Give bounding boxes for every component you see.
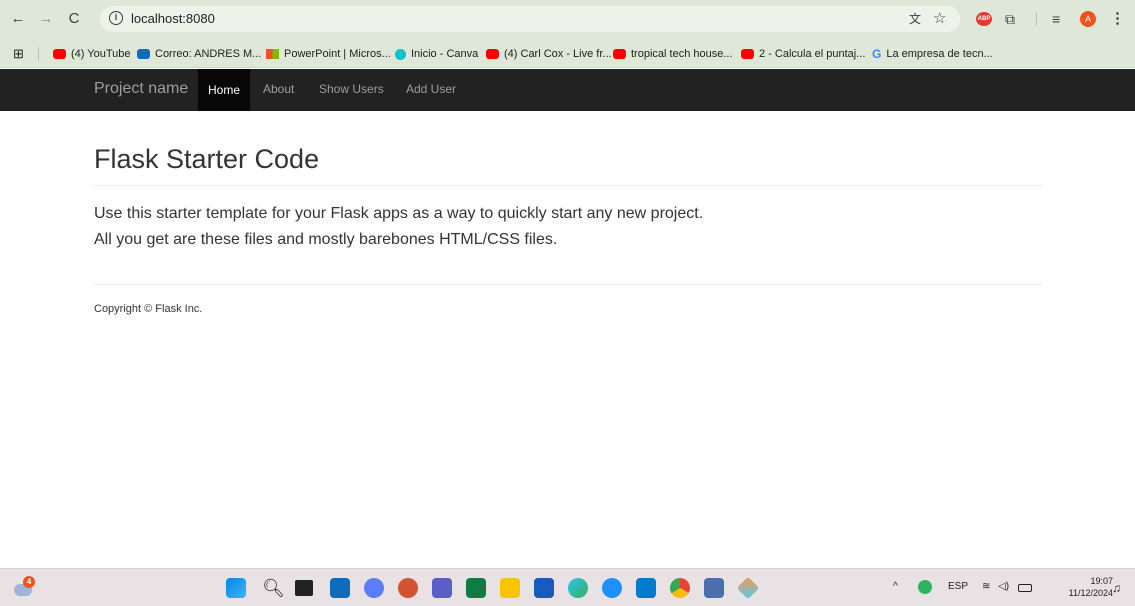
- reading-list-icon[interactable]: ≡: [1052, 10, 1060, 28]
- nav-link-home[interactable]: Home: [198, 69, 251, 111]
- translate-icon[interactable]: 文: [909, 10, 921, 28]
- navbar-brand[interactable]: Project name: [94, 80, 188, 98]
- outlook-icon: [137, 49, 150, 59]
- adblock-extension-icon[interactable]: ABP: [976, 12, 992, 26]
- toolbar-divider: [1036, 12, 1037, 26]
- clock[interactable]: 19:07 11/12/2024: [1069, 575, 1113, 599]
- windows-start-icon[interactable]: [226, 578, 246, 598]
- volume-icon[interactable]: ◁): [998, 581, 1009, 592]
- bookmark-label: Correo: ANDRES M...: [155, 48, 262, 60]
- profile-avatar[interactable]: A: [1080, 11, 1096, 27]
- tray-app-icon[interactable]: [918, 580, 932, 594]
- google-icon: G: [872, 47, 882, 61]
- nav-link-about[interactable]: About: [263, 82, 294, 96]
- lead-text-line-2: All you get are these files and mostly b…: [94, 231, 558, 248]
- task-view-icon[interactable]: [295, 580, 313, 596]
- bookmark-canva[interactable]: Inicio - Canva: [395, 46, 478, 62]
- windows-taskbar: 4 🔍︎ ^ ESP ≋ ◁) 19:07 11/12/2024 ♫: [0, 568, 1135, 606]
- bookmark-label: tropical tech house...: [631, 48, 733, 60]
- back-arrow-icon[interactable]: ←: [8, 9, 28, 29]
- search-icon[interactable]: 🔍︎: [262, 578, 285, 598]
- microsoft-icon: [266, 49, 279, 59]
- bookmark-tropical[interactable]: tropical tech house...: [613, 46, 733, 62]
- menu-dots-icon[interactable]: ⋮: [1110, 10, 1125, 28]
- lead-text-line-1: Use this starter template for your Flask…: [94, 205, 704, 222]
- powerpoint-icon[interactable]: [398, 578, 418, 598]
- bookmark-correo[interactable]: Correo: ANDRES M...: [137, 46, 261, 62]
- bookmark-star-icon[interactable]: ☆: [933, 10, 946, 28]
- powershell-icon[interactable]: [704, 578, 724, 598]
- language-indicator[interactable]: ESP: [948, 581, 968, 592]
- nav-link-add-user[interactable]: Add User: [406, 82, 456, 96]
- youtube-icon: [613, 49, 626, 59]
- weather-badge: 4: [23, 576, 35, 588]
- gemini-app-icon[interactable]: [736, 576, 760, 600]
- bookmark-carl-cox[interactable]: (4) Carl Cox - Live fr...: [486, 46, 612, 62]
- bookmark-youtube[interactable]: (4) YouTube: [53, 46, 131, 62]
- bookmark-label: 2 - Calcula el puntaj...: [759, 48, 866, 60]
- notification-bell-icon[interactable]: ♫: [1112, 581, 1121, 595]
- clock-time: 19:07: [1090, 576, 1113, 586]
- apps-grid-icon[interactable]: ⊞: [13, 46, 24, 62]
- word-icon[interactable]: [534, 578, 554, 598]
- bookmark-label: La empresa de tecn...: [886, 48, 993, 60]
- bookmarks-bar: ⊞ (4) YouTube Correo: ANDRES M... PowerP…: [0, 40, 1135, 68]
- footer-copyright: Copyright © Flask Inc.: [94, 303, 203, 315]
- excel-icon[interactable]: [466, 578, 486, 598]
- header-divider: [94, 185, 1043, 186]
- store-icon[interactable]: [330, 578, 350, 598]
- messenger-icon[interactable]: [602, 578, 622, 598]
- bookmark-label: PowerPoint | Micros...: [284, 48, 391, 60]
- edge-icon[interactable]: [568, 578, 588, 598]
- youtube-icon: [53, 49, 66, 59]
- tray-expand-icon[interactable]: ^: [893, 581, 898, 592]
- wifi-icon[interactable]: ≋: [982, 581, 990, 592]
- copilot-icon[interactable]: [364, 578, 384, 598]
- youtube-icon: [486, 49, 499, 59]
- bookmark-divider: [38, 47, 39, 61]
- nav-link-show-users[interactable]: Show Users: [319, 82, 384, 96]
- teams-icon[interactable]: [432, 578, 452, 598]
- site-info-icon[interactable]: i: [109, 11, 123, 25]
- bookmark-calcula[interactable]: 2 - Calcula el puntaj...: [741, 46, 865, 62]
- url-text: localhost:8080: [131, 11, 215, 26]
- file-explorer-icon[interactable]: [500, 578, 520, 598]
- battery-icon[interactable]: [1018, 584, 1032, 592]
- browser-toolbar: ← → C i localhost:8080 文 ☆ ABP ⧉ ≡ A ⋮: [0, 0, 1135, 40]
- reload-icon[interactable]: C: [64, 9, 84, 29]
- weather-widget[interactable]: 4: [14, 576, 36, 598]
- bookmark-label: (4) YouTube: [71, 48, 131, 60]
- site-navbar: Project name Home About Show Users Add U…: [0, 69, 1135, 111]
- clock-date: 11/12/2024: [1068, 588, 1113, 598]
- forward-arrow-icon[interactable]: →: [36, 9, 56, 29]
- bookmark-empresa[interactable]: G La empresa de tecn...: [872, 46, 993, 62]
- bookmark-label: Inicio - Canva: [411, 48, 479, 60]
- page-title: Flask Starter Code: [94, 144, 320, 174]
- vscode-icon[interactable]: [636, 578, 656, 598]
- canva-icon: [395, 48, 406, 60]
- bookmark-label: (4) Carl Cox - Live fr...: [504, 48, 612, 60]
- extensions-puzzle-icon[interactable]: ⧉: [1005, 10, 1015, 28]
- chrome-icon[interactable]: [670, 578, 690, 598]
- youtube-icon: [741, 49, 754, 59]
- address-bar[interactable]: i localhost:8080: [100, 6, 960, 32]
- footer-divider: [94, 284, 1043, 285]
- bookmark-powerpoint[interactable]: PowerPoint | Micros...: [266, 46, 391, 62]
